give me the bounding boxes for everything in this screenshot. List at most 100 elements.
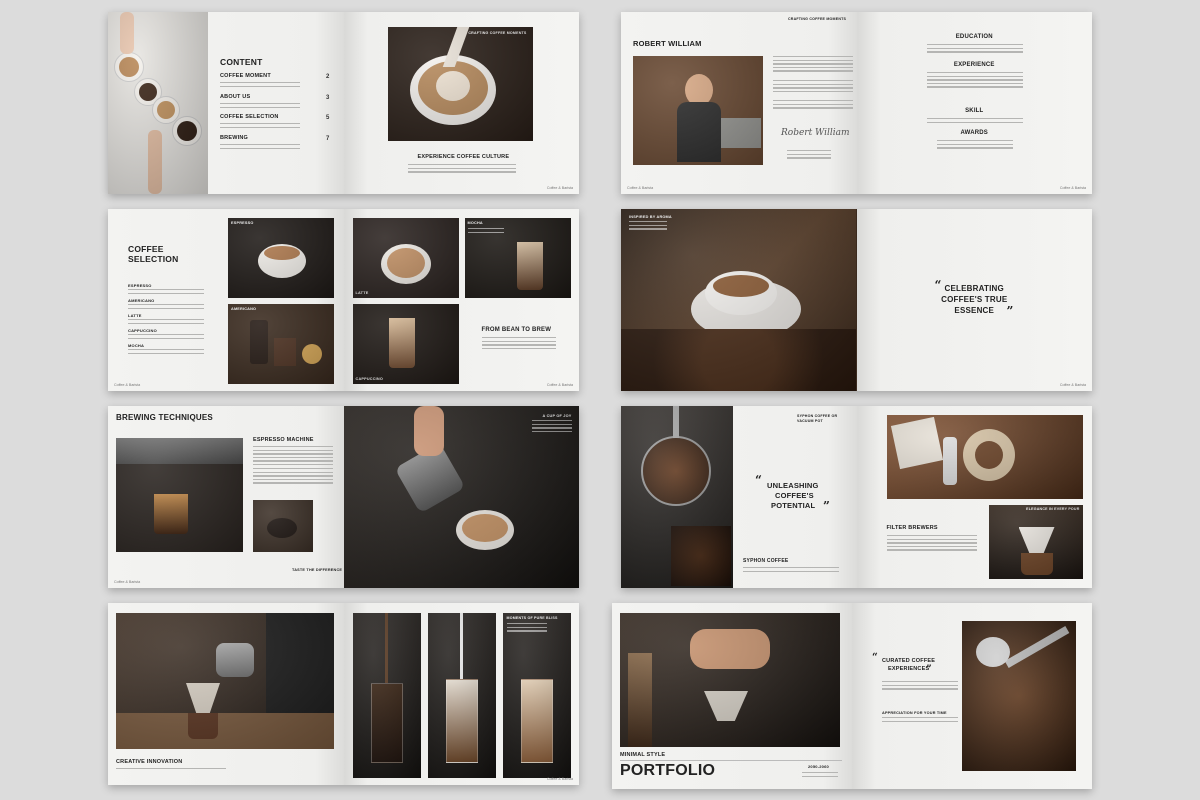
toc-item-3[interactable]: COFFEE SELECTION: [220, 114, 279, 121]
item-americano: AMERICANO: [128, 298, 155, 303]
quote-line-2: COFFEE'S TRUE: [941, 295, 1008, 304]
footer-brand: Coffee & Barista: [1059, 383, 1086, 387]
culture-caption: EXPERIENCE COFFEE CULTURE: [417, 154, 510, 160]
selection-title-1: COFFEE: [128, 244, 164, 254]
photo-iced-2: [427, 613, 496, 778]
quote-line-3: ESSENCE: [954, 306, 995, 315]
page-techniques: BREWING TECHNIQUES ESPRESSO MACHINE TAST…: [108, 406, 344, 588]
quote-close: ”: [1006, 304, 1014, 318]
syphon-label: SYPHON COFFEE OR VACUUM POT: [797, 414, 838, 423]
syphon-caption: SYPHON COFFEE: [743, 558, 789, 564]
item-mocha: MOCHA: [128, 343, 145, 348]
page-curated: “ CURATED COFFEE EXPERIENCES ” APPRECIAT…: [852, 603, 1092, 789]
minimal-style: MINIMAL STYLE: [620, 752, 666, 758]
toc-page-1: 2: [326, 74, 330, 80]
footer-brand: Coffee & Barista: [546, 186, 573, 190]
section-education: EDUCATION: [955, 34, 993, 40]
photo-label: A CUP OF JOY: [542, 414, 572, 418]
photo-label-americano: AMERICANO: [231, 307, 257, 311]
contents-title: CONTENT: [220, 57, 263, 67]
photo-cups-hands: [108, 12, 208, 194]
photo-portafilter: [253, 500, 313, 552]
spread-contents[interactable]: CONTENT COFFEE MOMENT 2 ABOUT US 3 COFFE…: [108, 12, 579, 194]
photo-iced-3: MOMENTS OF PURE BLISS: [502, 613, 571, 778]
page-syphon: SYPHON COFFEE OR VACUUM POT “ UNLEASHING…: [621, 406, 857, 588]
photo-label: CRAFTING COFFEE MOMENTS: [468, 31, 527, 35]
toc-item-4[interactable]: BREWING: [220, 135, 248, 142]
spread-selection[interactable]: COFFEE SELECTION ESPRESSO AMERICANO LATT…: [108, 209, 579, 391]
photo-cappuccino: CAPPUCCINO: [352, 304, 459, 384]
portfolio-title: PORTFOLIO: [620, 762, 716, 779]
page-selection: COFFEE SELECTION ESPRESSO AMERICANO LATT…: [108, 209, 344, 391]
photo-pour-over: ELEGANCE IN EVERY POUR: [988, 505, 1083, 579]
photo-espresso-machine: [116, 438, 243, 552]
photo-americano: AMERICANO: [228, 304, 334, 384]
footer-brand: Coffee & Barista: [627, 186, 654, 190]
filter-title: FILTER BREWERS: [886, 525, 938, 531]
page-coffee-photo: INSPIRED BY AROMA: [621, 209, 857, 391]
quote-line-2: EXPERIENCES: [888, 666, 930, 672]
profile-label: CRAFTING COFFEE MOMENTS: [788, 17, 847, 21]
quote-line-1: UNLEASHING: [767, 481, 819, 490]
photo-syphon: [621, 406, 733, 588]
brew-caption: FROM BEAN TO BREW: [481, 327, 552, 333]
signature: Robert William: [781, 128, 850, 138]
page-innovation: CREATIVE INNOVATION: [108, 603, 344, 785]
footer-brand: Coffee & Barista: [1059, 186, 1086, 190]
photo-label-mocha: MOCHA: [467, 221, 483, 225]
section-experience: EXPERIENCE: [953, 62, 995, 68]
photo-kettle-pour: [116, 613, 334, 749]
spread-syphon[interactable]: SYPHON COFFEE OR VACUUM POT “ UNLEASHING…: [621, 406, 1092, 588]
footer-brand: Coffee & Barista: [546, 383, 573, 387]
page-coffee-culture: CRAFTING COFFEE MOMENTS EXPERIENCE COFFE…: [343, 12, 579, 194]
quote-line-1: CELEBRATING: [944, 284, 1004, 293]
photo-cup-beans: INSPIRED BY AROMA: [621, 209, 856, 391]
quote-open: “: [755, 473, 763, 487]
section-skill: SKILL: [965, 108, 984, 114]
photo-latte: LATTE: [352, 218, 459, 298]
photo-label: ELEGANCE IN EVERY POUR: [1026, 507, 1080, 511]
difference-caption: TASTE THE DIFFERENCE: [292, 568, 343, 572]
photo-label-latte: LATTE: [355, 291, 369, 296]
page-brew: LATTE MOCHA CAPPUCCINO FROM BEAN TO BREW…: [343, 209, 579, 391]
toc-item-2[interactable]: ABOUT US: [220, 94, 250, 101]
photo-coffee-roaster: [962, 621, 1076, 771]
footer-brand: Coffee & Barista: [546, 777, 573, 781]
item-cappuccino: CAPPUCCINO: [128, 328, 157, 333]
photo-barista-brewing: [620, 613, 840, 747]
toc-item-1[interactable]: COFFEE MOMENT: [220, 73, 271, 80]
toc-page-2: 3: [326, 95, 330, 101]
photo-label-cappuccino: CAPPUCCINO: [355, 377, 384, 382]
page-portfolio: MINIMAL STYLE PORTFOLIO 2050-2060: [612, 603, 852, 789]
portfolio-years: 2050-2060: [808, 764, 829, 769]
toc-page-3: 5: [326, 115, 330, 121]
quote-open: “: [872, 652, 878, 663]
spread-brewing[interactable]: BREWING TECHNIQUES ESPRESSO MACHINE TAST…: [108, 406, 579, 588]
machine-subtitle: ESPRESSO MACHINE: [253, 437, 314, 443]
quote-close: ”: [823, 499, 831, 513]
photo-label: INSPIRED BY AROMA: [629, 215, 672, 219]
photo-espresso: ESPRESSO: [228, 218, 334, 298]
photo-barista: [633, 56, 763, 165]
photo-iced-1: [352, 613, 421, 778]
quote-line-3: POTENTIAL: [771, 501, 816, 510]
photo-latte-pour: A CUP OF JOY: [343, 406, 579, 588]
page-quote: “ CELEBRATING COFFEE'S TRUE ESSENCE ” Co…: [856, 209, 1092, 391]
innovation-caption: CREATIVE INNOVATION: [116, 759, 183, 765]
spread-innovation[interactable]: CREATIVE INNOVATION MOMENTS OF PURE BLIS…: [108, 603, 579, 785]
spread-portfolio-cover[interactable]: MINIMAL STYLE PORTFOLIO 2050-2060 “ CURA…: [612, 603, 1092, 789]
item-latte: LATTE: [128, 313, 142, 318]
brewing-title: BREWING TECHNIQUES: [116, 413, 213, 422]
page-resume: EDUCATION EXPERIENCE SKILL AWARDS Coffee…: [856, 12, 1092, 194]
section-awards: AWARDS: [960, 130, 989, 136]
page-contents: CONTENT COFFEE MOMENT 2 ABOUT US 3 COFFE…: [108, 12, 344, 194]
spread-celebrating[interactable]: INSPIRED BY AROMA “ CELEBRATING COFFEE'S…: [621, 209, 1092, 391]
footer-brand: Coffee & Barista: [114, 580, 141, 584]
spread-about[interactable]: CRAFTING COFFEE MOMENTS ROBERT WILLIAM R…: [621, 12, 1092, 194]
page-filter: ELEGANCE IN EVERY POUR FILTER BREWERS: [856, 406, 1092, 588]
photo-label: MOMENTS OF PURE BLISS: [506, 616, 558, 620]
toc-page-4: 7: [326, 136, 330, 142]
item-espresso: ESPRESSO: [128, 283, 152, 288]
quote-close: ”: [926, 664, 932, 675]
profile-name: ROBERT WILLIAM: [633, 39, 702, 48]
